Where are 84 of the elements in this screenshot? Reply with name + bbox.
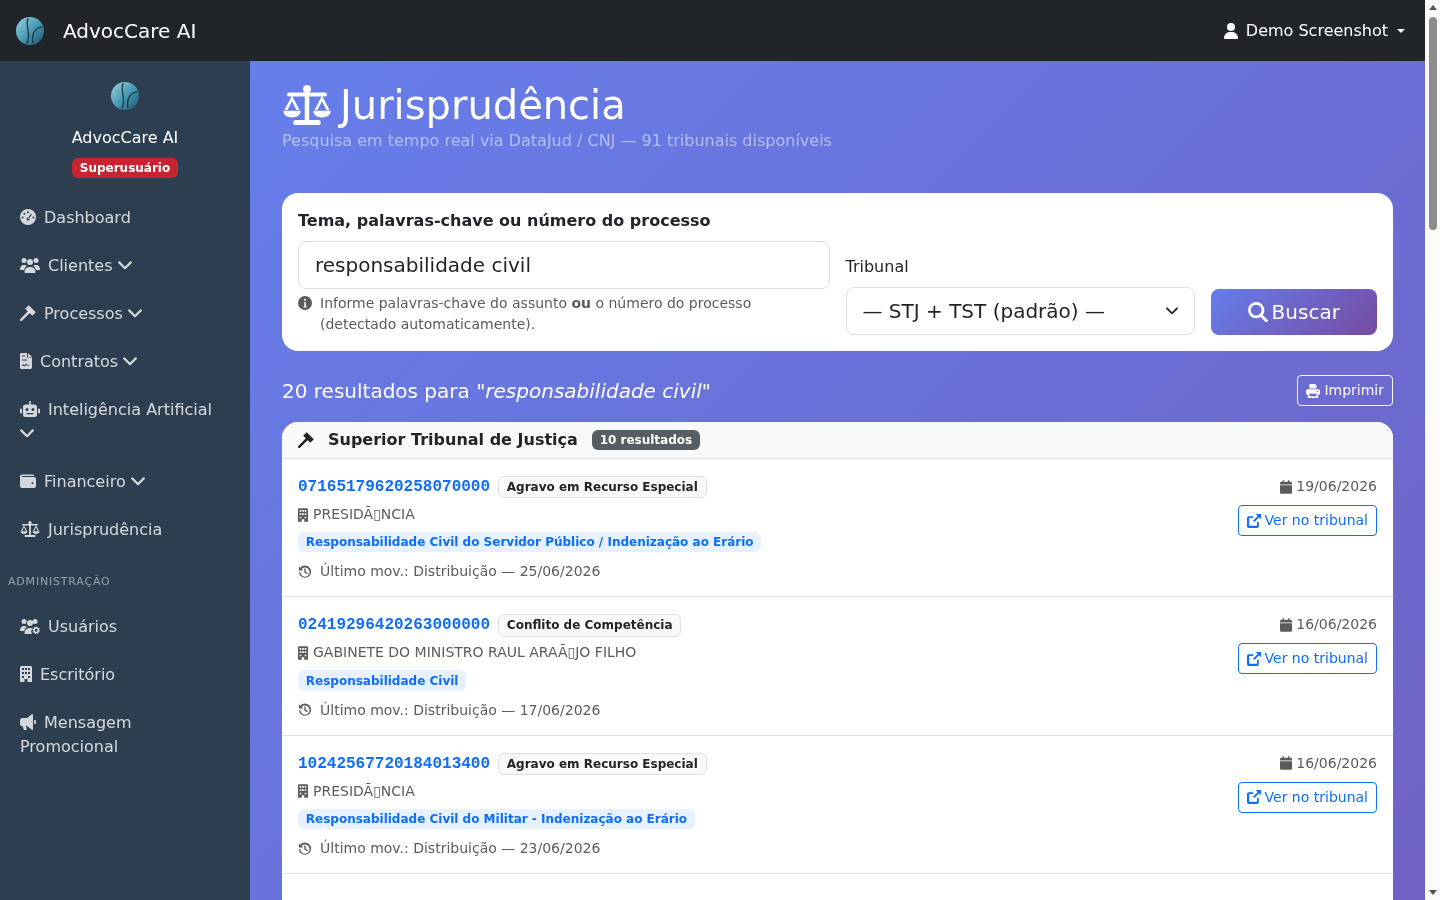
gavel-icon xyxy=(20,305,36,322)
wallet-icon xyxy=(20,473,36,490)
tribunal-select[interactable]: — STJ + TST (padrão) — xyxy=(845,287,1195,335)
subject-badge: Responsabilidade Civil do Servidor Público / Indenização ao Erário xyxy=(298,532,762,553)
process-number-link[interactable]: 02419296420263000000 xyxy=(298,613,491,638)
sidebar-link[interactable]: Processos xyxy=(0,290,250,339)
page-title: Jurisprudência xyxy=(340,81,626,129)
info-icon xyxy=(298,296,312,310)
organ-text: PRESIDÃ▯NCIA xyxy=(313,781,415,801)
search-label: Tema, palavras-chave ou número do processo xyxy=(298,210,711,232)
brand-link[interactable]: AdvocCare AI xyxy=(63,15,197,46)
search-input[interactable]: responsabilidade civil xyxy=(298,241,830,289)
history-icon xyxy=(298,564,312,579)
scrollbar[interactable] xyxy=(1425,0,1440,900)
last-movement-text: Último mov.: Distribuição — 25/06/2026 xyxy=(320,561,601,582)
history-icon xyxy=(298,703,312,718)
view-court-button[interactable]: Ver no tribunal xyxy=(1237,505,1377,536)
logo-icon xyxy=(111,82,139,110)
role-badge: Superusuário xyxy=(72,158,178,179)
building-icon xyxy=(20,666,32,683)
calendar-icon xyxy=(1280,479,1293,494)
search-icon xyxy=(1247,302,1268,322)
sidebar-link[interactable]: Financeiro xyxy=(0,458,250,507)
external-link-icon xyxy=(1246,651,1261,666)
scroll-up-arrow-icon[interactable] xyxy=(1428,5,1437,10)
page-subtitle: Pesquisa em tempo real via DataJud / CNJ — 91 tribunais disponíveis xyxy=(282,130,833,152)
building-icon xyxy=(298,645,308,660)
sidebar-link[interactable]: Contratos xyxy=(0,338,250,387)
results-summary: 20 resultados para "responsabilidade civil" xyxy=(282,377,711,405)
view-court-button[interactable]: Ver no tribunal xyxy=(1237,781,1377,813)
sidebar-link[interactable]: Dashboard xyxy=(0,194,250,243)
sidebar-link[interactable]: Mensagem Promocional xyxy=(0,699,250,772)
sidebar-link[interactable]: Inteligência Artificial xyxy=(0,386,250,459)
sidebar-link[interactable]: Jurisprudência xyxy=(0,506,250,555)
users-gear-icon xyxy=(20,618,40,635)
class-badge: Agravo em Recurso Especial xyxy=(498,475,707,499)
user-menu-button[interactable]: Demo Screenshot xyxy=(1223,18,1405,43)
date-text: 19/06/2026 xyxy=(1296,477,1377,496)
gauge-icon xyxy=(20,209,36,226)
view-court-button[interactable]: Ver no tribunal xyxy=(1237,643,1377,675)
help-text: Informe palavras-chave do assunto ou o número do processo (detectado automaticamente). xyxy=(320,294,753,334)
organ-text: GABINETE DO MINISTRO RAUL ARAÃ▯JO FILHO xyxy=(313,643,637,663)
external-link-icon xyxy=(1246,513,1261,528)
subject-badge: Responsabilidade Civil xyxy=(298,670,467,691)
last-movement-text: Último mov.: Distribuição — 23/06/2026 xyxy=(320,838,601,859)
calendar-icon xyxy=(1280,756,1293,771)
building-icon xyxy=(298,507,308,522)
process-number-link[interactable]: 07165179620258070000 xyxy=(298,475,491,499)
date-text: 16/06/2026 xyxy=(1296,615,1377,635)
history-icon xyxy=(298,841,312,856)
scroll-down-arrow-icon[interactable] xyxy=(1428,890,1437,895)
scrollbar-thumb[interactable] xyxy=(1428,17,1437,230)
building-icon xyxy=(298,784,308,799)
process-number-link[interactable]: 10242567720184013400 xyxy=(298,751,491,776)
class-badge: Conflito de Competência xyxy=(498,614,682,637)
organ-text: PRESIDÃ▯NCIA xyxy=(313,505,415,524)
chevron-down-icon xyxy=(1165,307,1178,315)
users-icon xyxy=(20,257,40,274)
scales-icon xyxy=(282,85,332,125)
sidebar-link[interactable]: Escritório xyxy=(0,651,250,700)
sidebar-link[interactable]: Usuários xyxy=(0,603,250,652)
count-badge: 10 resultados xyxy=(591,429,700,451)
user-icon xyxy=(1223,22,1238,39)
print-button[interactable]: Imprimir xyxy=(1297,375,1393,406)
subject-badge: Responsabilidade Civil do Militar - Indenização ao Erário xyxy=(298,808,695,830)
external-link-icon xyxy=(1246,790,1261,805)
gavel-icon xyxy=(298,432,314,448)
document-icon xyxy=(20,353,32,370)
date-text: 16/06/2026 xyxy=(1296,753,1377,773)
search-button[interactable]: Buscar xyxy=(1210,289,1377,335)
section-heading: ADMINISTRAÇÃO xyxy=(7,574,112,591)
logo-icon xyxy=(16,16,44,45)
sidebar-link[interactable]: Clientes xyxy=(0,242,250,291)
megaphone-icon xyxy=(20,714,36,731)
class-badge: Agravo em Recurso Especial xyxy=(498,752,707,775)
calendar-icon xyxy=(1280,617,1293,632)
scales-icon xyxy=(20,521,40,538)
printer-icon xyxy=(1306,383,1321,398)
sidebar-brand-name: AdvocCare AI xyxy=(71,127,179,149)
robot-icon xyxy=(20,401,40,418)
tribunal-label: Tribunal xyxy=(845,256,909,278)
last-movement-text: Último mov.: Distribuição — 17/06/2026 xyxy=(320,700,601,720)
court-title: Superior Tribunal de Justiça xyxy=(328,429,578,451)
caret-icon xyxy=(1397,28,1405,33)
